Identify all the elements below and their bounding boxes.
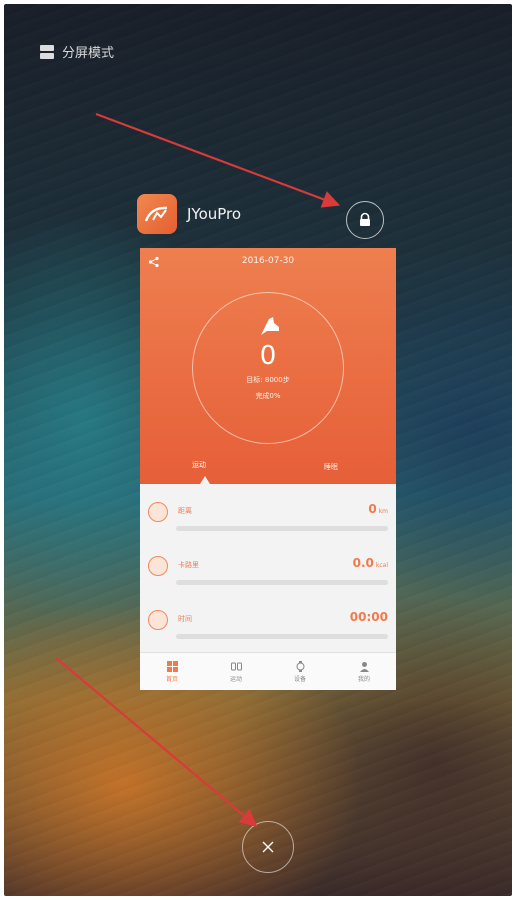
- recent-apps-screen: 分屏模式 JYouPro 2016-07-30 0 目标: 8000步 完成0%…: [4, 4, 512, 896]
- annotation-arrows: [55, 112, 341, 827]
- arrow-to-close: [55, 657, 258, 827]
- arrow-to-lock: [95, 112, 341, 208]
